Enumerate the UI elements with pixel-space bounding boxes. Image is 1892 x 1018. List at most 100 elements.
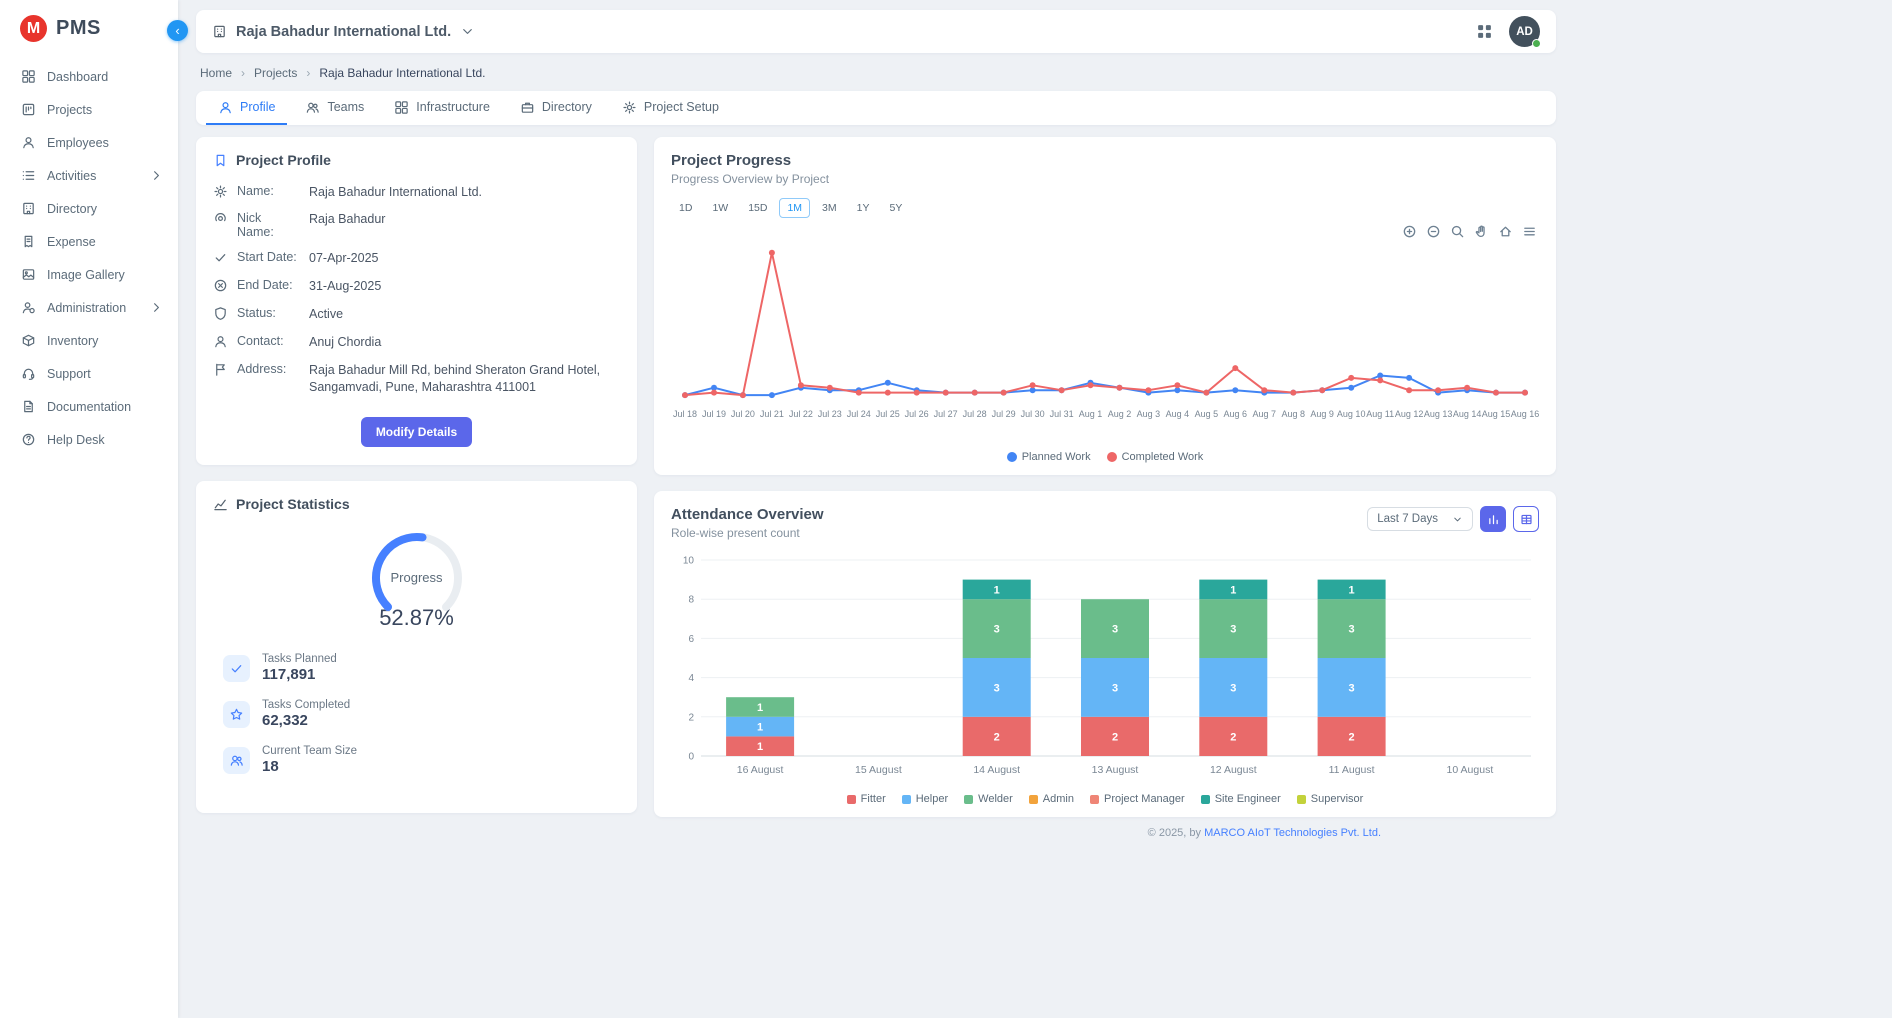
range-1m-button[interactable]: 1M [779,198,810,218]
bar-view-toggle[interactable] [1480,506,1506,532]
table-view-toggle[interactable] [1513,506,1539,532]
legend-marker [847,795,856,804]
legend-item[interactable]: Planned Work [1007,451,1091,463]
sidebar-item-label: Projects [47,103,92,117]
svg-text:Jul 18: Jul 18 [673,409,697,419]
chart-title: Project Progress [671,152,1539,169]
sidebar-item-label: Help Desk [47,433,105,447]
svg-text:3: 3 [994,624,1000,636]
sidebar-nav: Dashboard Projects Employees Activities … [0,60,178,456]
sidebar-item-projects[interactable]: Projects [0,93,178,126]
tab-project-setup[interactable]: Project Setup [610,91,731,125]
sidebar-item-expense[interactable]: Expense [0,225,178,258]
company-selector[interactable]: Raja Bahadur International Ltd. [212,24,475,40]
svg-text:2: 2 [688,712,694,723]
legend-item[interactable]: Welder [964,793,1013,805]
image-gallery-icon [21,267,36,282]
sidebar-item-dashboard[interactable]: Dashboard [0,60,178,93]
svg-text:Aug 8: Aug 8 [1282,409,1306,419]
topbar-actions: AD [1476,16,1540,47]
sidebar-item-administration[interactable]: Administration [0,291,178,324]
svg-text:14 August: 14 August [973,764,1020,776]
legend-item[interactable]: Project Manager [1090,793,1185,805]
pan-icon[interactable] [1474,224,1489,239]
field-value: Anuj Chordia [309,334,620,351]
range-1y-button[interactable]: 1Y [849,198,878,218]
briefcase-icon [520,100,535,115]
tab-directory[interactable]: Directory [508,91,604,125]
sidebar-item-label: Directory [47,202,97,216]
zoom-selection-icon[interactable] [1450,224,1465,239]
svg-text:Aug 7: Aug 7 [1253,409,1277,419]
svg-text:3: 3 [1349,624,1355,636]
menu-icon[interactable] [1522,224,1537,239]
home-icon[interactable] [1498,224,1513,239]
stacked-bar-chart[interactable]: 024681011116 August15 August233114 Augus… [671,552,1539,791]
company-link[interactable]: MARCO AIoT Technologies Pvt. Ltd. [1204,827,1381,839]
legend-item[interactable]: Fitter [847,793,886,805]
sidebar-collapse-button[interactable]: ‹ [167,20,188,41]
breadcrumb-separator: › [306,66,310,80]
modify-details-button[interactable]: Modify Details [361,417,472,447]
tab-teams[interactable]: Teams [293,91,376,125]
range-5y-button[interactable]: 5Y [881,198,910,218]
sidebar-item-employees[interactable]: Employees [0,126,178,159]
sidebar-item-support[interactable]: Support [0,357,178,390]
company-name: Raja Bahadur International Ltd. [236,24,451,40]
breadcrumb-home[interactable]: Home [200,66,232,80]
tab-profile[interactable]: Profile [206,91,287,125]
inventory-icon [21,333,36,348]
chart-subtitle: Role-wise present count [671,526,824,540]
field-value: Raja Bahadur International Ltd. [309,184,620,201]
field-name: Name: Raja Bahadur International Ltd. [213,178,620,206]
range-1w-button[interactable]: 1W [704,198,736,218]
help-desk-icon [21,432,36,447]
avatar[interactable]: AD [1509,16,1540,47]
sidebar-item-documentation[interactable]: Documentation [0,390,178,423]
legend-item[interactable]: Helper [902,793,948,805]
legend-marker [902,795,911,804]
zoom-out-icon[interactable] [1426,224,1441,239]
legend-item[interactable]: Supervisor [1297,793,1364,805]
line-chart[interactable]: Jul 18Jul 19Jul 20Jul 21Jul 22Jul 23Jul … [671,222,1539,449]
chevron-right-icon [149,168,164,183]
svg-text:2: 2 [994,731,1000,743]
chart-subtitle: Progress Overview by Project [671,172,1539,186]
check-icon [213,250,228,265]
legend-item[interactable]: Admin [1029,793,1074,805]
fingerprint-icon [213,211,228,226]
range-1d-button[interactable]: 1D [671,198,700,218]
app-logo[interactable]: M PMS [0,0,178,60]
svg-text:Aug 14: Aug 14 [1453,409,1482,419]
sidebar-item-directory[interactable]: Directory [0,192,178,225]
sidebar-item-image-gallery[interactable]: Image Gallery [0,258,178,291]
tab-infrastructure[interactable]: Infrastructure [382,91,502,125]
svg-text:6: 6 [688,634,694,645]
stat-label: Tasks Completed [262,699,350,711]
sidebar-item-label: Administration [47,301,126,315]
field-status: Status: Active [213,301,620,329]
user-icon [218,100,233,115]
tab-label: Infrastructure [416,100,490,114]
days-filter-select[interactable]: Last 7 Days [1367,507,1473,531]
user-icon [213,334,228,349]
sidebar-item-inventory[interactable]: Inventory [0,324,178,357]
range-15d-button[interactable]: 15D [740,198,775,218]
legend-marker [1090,795,1099,804]
gear-icon [213,184,228,199]
sidebar-item-help-desk[interactable]: Help Desk [0,423,178,456]
breadcrumb-projects[interactable]: Projects [254,66,297,80]
grid-icon [394,100,409,115]
field-label: Nick Name: [237,211,300,239]
legend-item[interactable]: Site Engineer [1201,793,1281,805]
apps-grid-button[interactable] [1476,23,1493,40]
range-3m-button[interactable]: 3M [814,198,845,218]
sidebar-item-label: Activities [47,169,96,183]
svg-text:Aug 2: Aug 2 [1108,409,1132,419]
project-profile-card: Project Profile Name: Raja Bahadur Inter… [196,137,637,465]
flag-icon [213,362,228,377]
sidebar-item-activities[interactable]: Activities [0,159,178,192]
legend-item[interactable]: Completed Work [1107,451,1204,463]
svg-text:Jul 20: Jul 20 [731,409,755,419]
zoom-in-icon[interactable] [1402,224,1417,239]
